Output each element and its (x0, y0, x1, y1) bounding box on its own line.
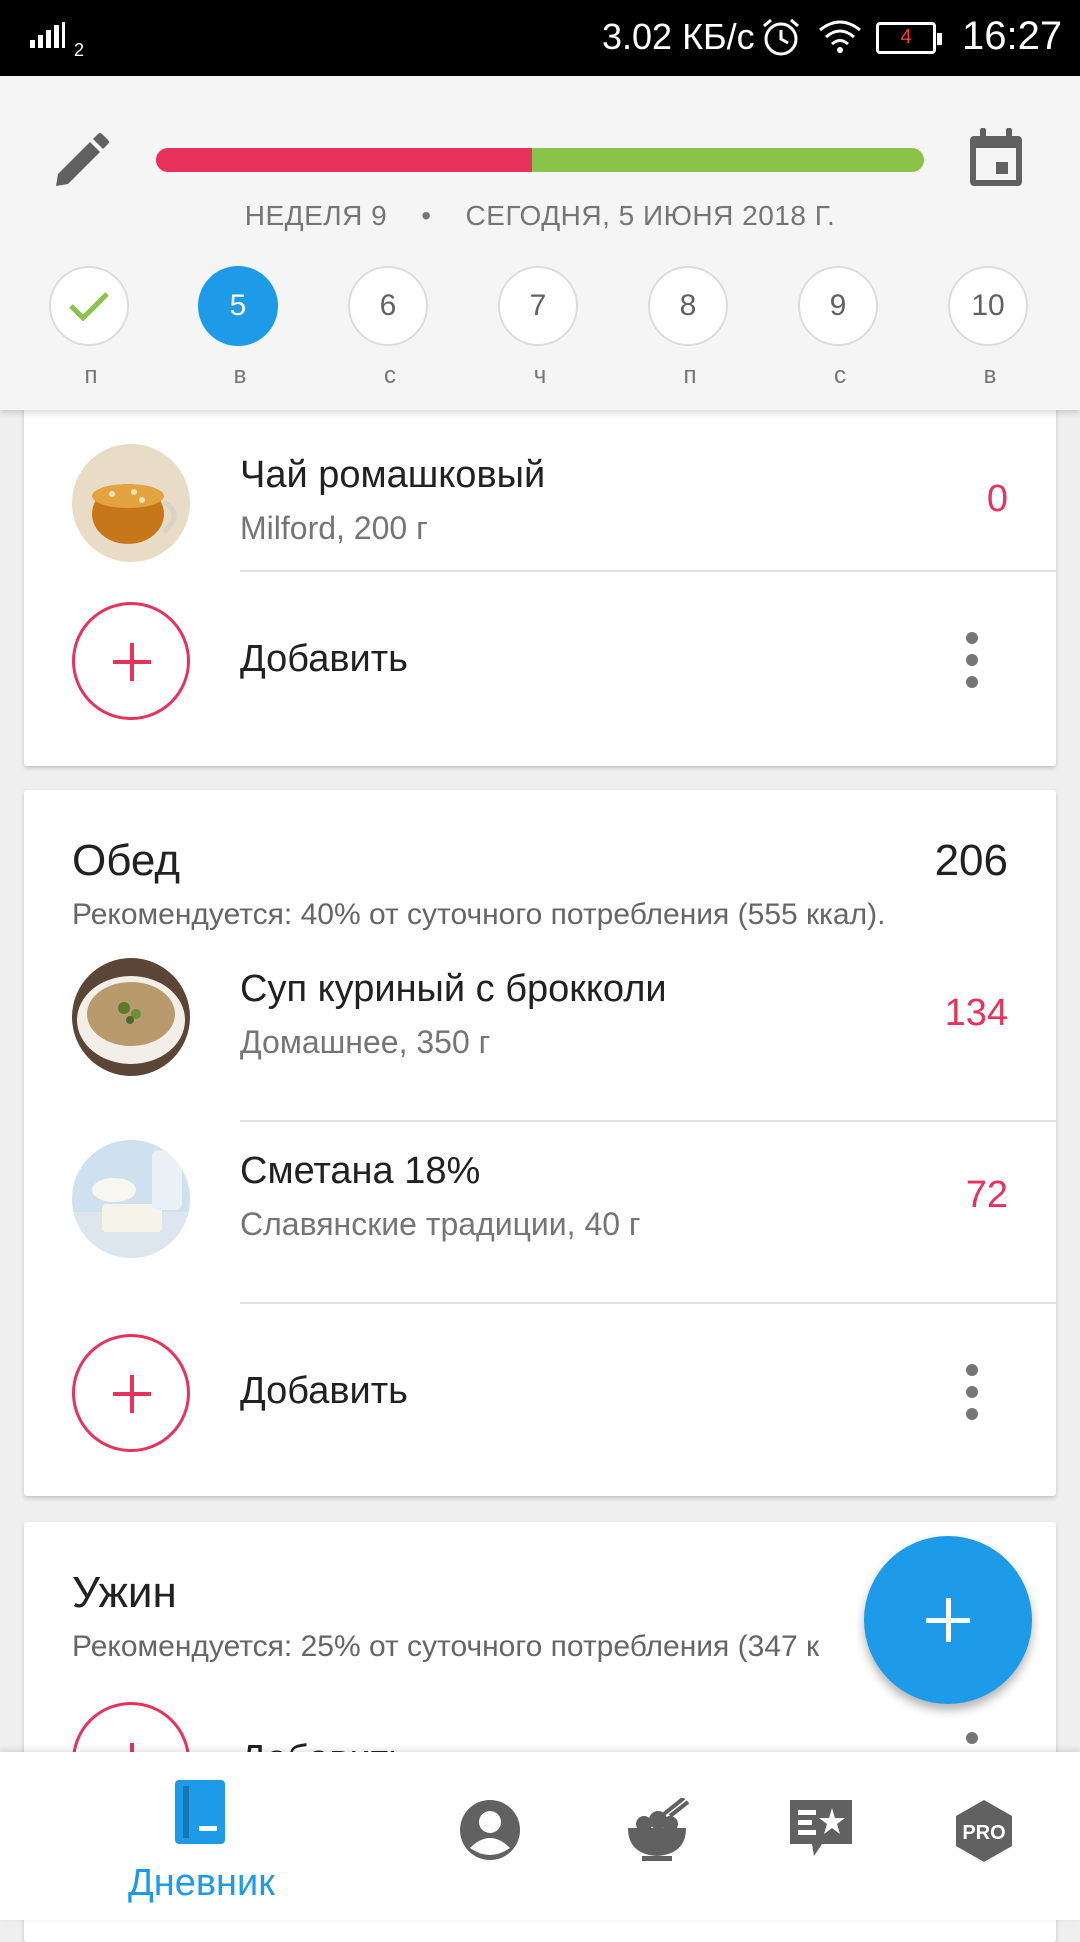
day-label: ч (533, 362, 547, 389)
food-item[interactable]: Сметана 18% Славянские традиции, 40 г 72 (24, 1106, 1056, 1290)
food-thumbnail (72, 444, 190, 562)
add-food-label: Добавить (240, 638, 408, 680)
add-fab-button[interactable] (864, 1536, 1032, 1704)
nav-diary-label: Дневник (128, 1862, 275, 1904)
day-label: с (834, 362, 846, 389)
day-sunday[interactable]: 10 в (948, 266, 1032, 390)
day-number[interactable]: 5 (198, 266, 278, 346)
bottom-navigation: Дневник PRO (0, 1752, 1080, 1920)
clock: 16:27 (962, 14, 1063, 58)
nav-profile[interactable] (458, 1752, 558, 1920)
day-label: с (384, 362, 396, 389)
day-label: в (983, 362, 997, 389)
nav-articles[interactable] (788, 1752, 888, 1920)
alarm-icon (760, 16, 802, 63)
svg-text:PRO: PRO (962, 1822, 1005, 1844)
recipes-icon (628, 1798, 690, 1861)
food-name: Суп куриный с брокколи (240, 968, 667, 1010)
calorie-progress-remaining (532, 148, 924, 172)
food-item[interactable]: Суп куриный с брокколи Домашнее, 350 г 1… (24, 924, 1056, 1108)
meal-title: Ужин (72, 1568, 177, 1617)
food-details: Славянские традиции, 40 г (240, 1206, 641, 1242)
food-thumbnail (72, 958, 190, 1076)
day-selector: п 5 в 6 с 7 ч 8 п 9 с 10 в (0, 266, 1080, 406)
checkmark-icon (69, 292, 109, 322)
wifi-icon (818, 18, 862, 59)
network-speed: 3.02 КБ/с (602, 16, 755, 57)
day-label: в (233, 362, 247, 389)
day-saturday[interactable]: 9 с (798, 266, 882, 390)
separator-dot: • (421, 200, 432, 231)
meal-title: Обед (72, 836, 181, 885)
diary-header: НЕДЕЛЯ 9 • СЕГОДНЯ, 5 ИЮНЯ 2018 Г. п 5 в 6… (0, 76, 1080, 410)
lunch-card: Обед 206 Рекомендуется: 40% от суточного… (24, 790, 1056, 1496)
meal-total-calories: 206 (934, 836, 1008, 885)
nav-pro[interactable]: PRO (954, 1752, 1054, 1920)
add-food-row[interactable]: Добавить (24, 572, 1056, 752)
food-calories: 0 (986, 478, 1008, 520)
food-item[interactable]: Чай ромашковый Milford, 200 г 0 (24, 410, 1056, 594)
pro-icon: PRO (956, 1800, 1012, 1862)
food-details: Домашнее, 350 г (240, 1024, 491, 1060)
calendar-icon[interactable] (966, 126, 1026, 195)
food-calories: 72 (965, 1174, 1008, 1216)
network-type: 2 (74, 40, 85, 60)
week-date-line: НЕДЕЛЯ 9 • СЕГОДНЯ, 5 ИЮНЯ 2018 Г. (0, 200, 1080, 232)
day-circle-done[interactable] (49, 266, 129, 346)
day-tuesday[interactable]: 5 в (198, 266, 282, 390)
signal-icon (30, 22, 76, 55)
food-calories: 134 (944, 992, 1008, 1034)
day-number[interactable]: 10 (948, 266, 1028, 346)
day-number[interactable]: 9 (798, 266, 878, 346)
food-name: Чай ромашковый (240, 454, 546, 496)
day-label: п (683, 362, 697, 389)
day-label: п (84, 362, 98, 389)
day-wednesday[interactable]: 6 с (348, 266, 432, 390)
meal-recommendation: Рекомендуется: 25% от суточного потребле… (72, 1630, 820, 1663)
articles-icon (790, 1800, 852, 1856)
food-thumbnail (72, 1140, 190, 1258)
calorie-progress-bar (156, 148, 924, 172)
calorie-progress-consumed (156, 148, 533, 172)
day-thursday[interactable]: 7 ч (498, 266, 582, 390)
more-vert-icon[interactable] (966, 1364, 978, 1420)
diary-icon (175, 1780, 225, 1844)
day-number[interactable]: 6 (348, 266, 428, 346)
breakfast-card: Чай ромашковый Milford, 200 г 0 Добавить (24, 370, 1056, 766)
food-details: Milford, 200 г (240, 510, 428, 546)
date-label: СЕГОДНЯ, 5 ИЮНЯ 2018 Г. (465, 200, 836, 231)
battery-icon: 4 (876, 22, 942, 54)
status-bar: 2 3.02 КБ/с 4 16:27 (0, 0, 1080, 76)
day-monday[interactable]: п (49, 266, 133, 390)
food-name: Сметана 18% (240, 1150, 481, 1192)
day-number[interactable]: 8 (648, 266, 728, 346)
week-label: НЕДЕЛЯ 9 (244, 200, 388, 231)
add-food-label: Добавить (240, 1370, 408, 1412)
battery-level: 4 (900, 26, 912, 48)
profile-icon (460, 1800, 520, 1860)
day-number[interactable]: 7 (498, 266, 578, 346)
nav-diary[interactable]: Дневник (120, 1752, 286, 1920)
day-friday[interactable]: 8 п (648, 266, 732, 390)
nav-recipes[interactable] (624, 1752, 724, 1920)
add-circle-icon[interactable] (72, 602, 190, 720)
add-food-row[interactable]: Добавить (24, 1304, 1056, 1484)
edit-pencil-icon[interactable] (50, 132, 110, 197)
add-circle-icon[interactable] (72, 1334, 190, 1452)
more-vert-icon[interactable] (966, 632, 978, 688)
